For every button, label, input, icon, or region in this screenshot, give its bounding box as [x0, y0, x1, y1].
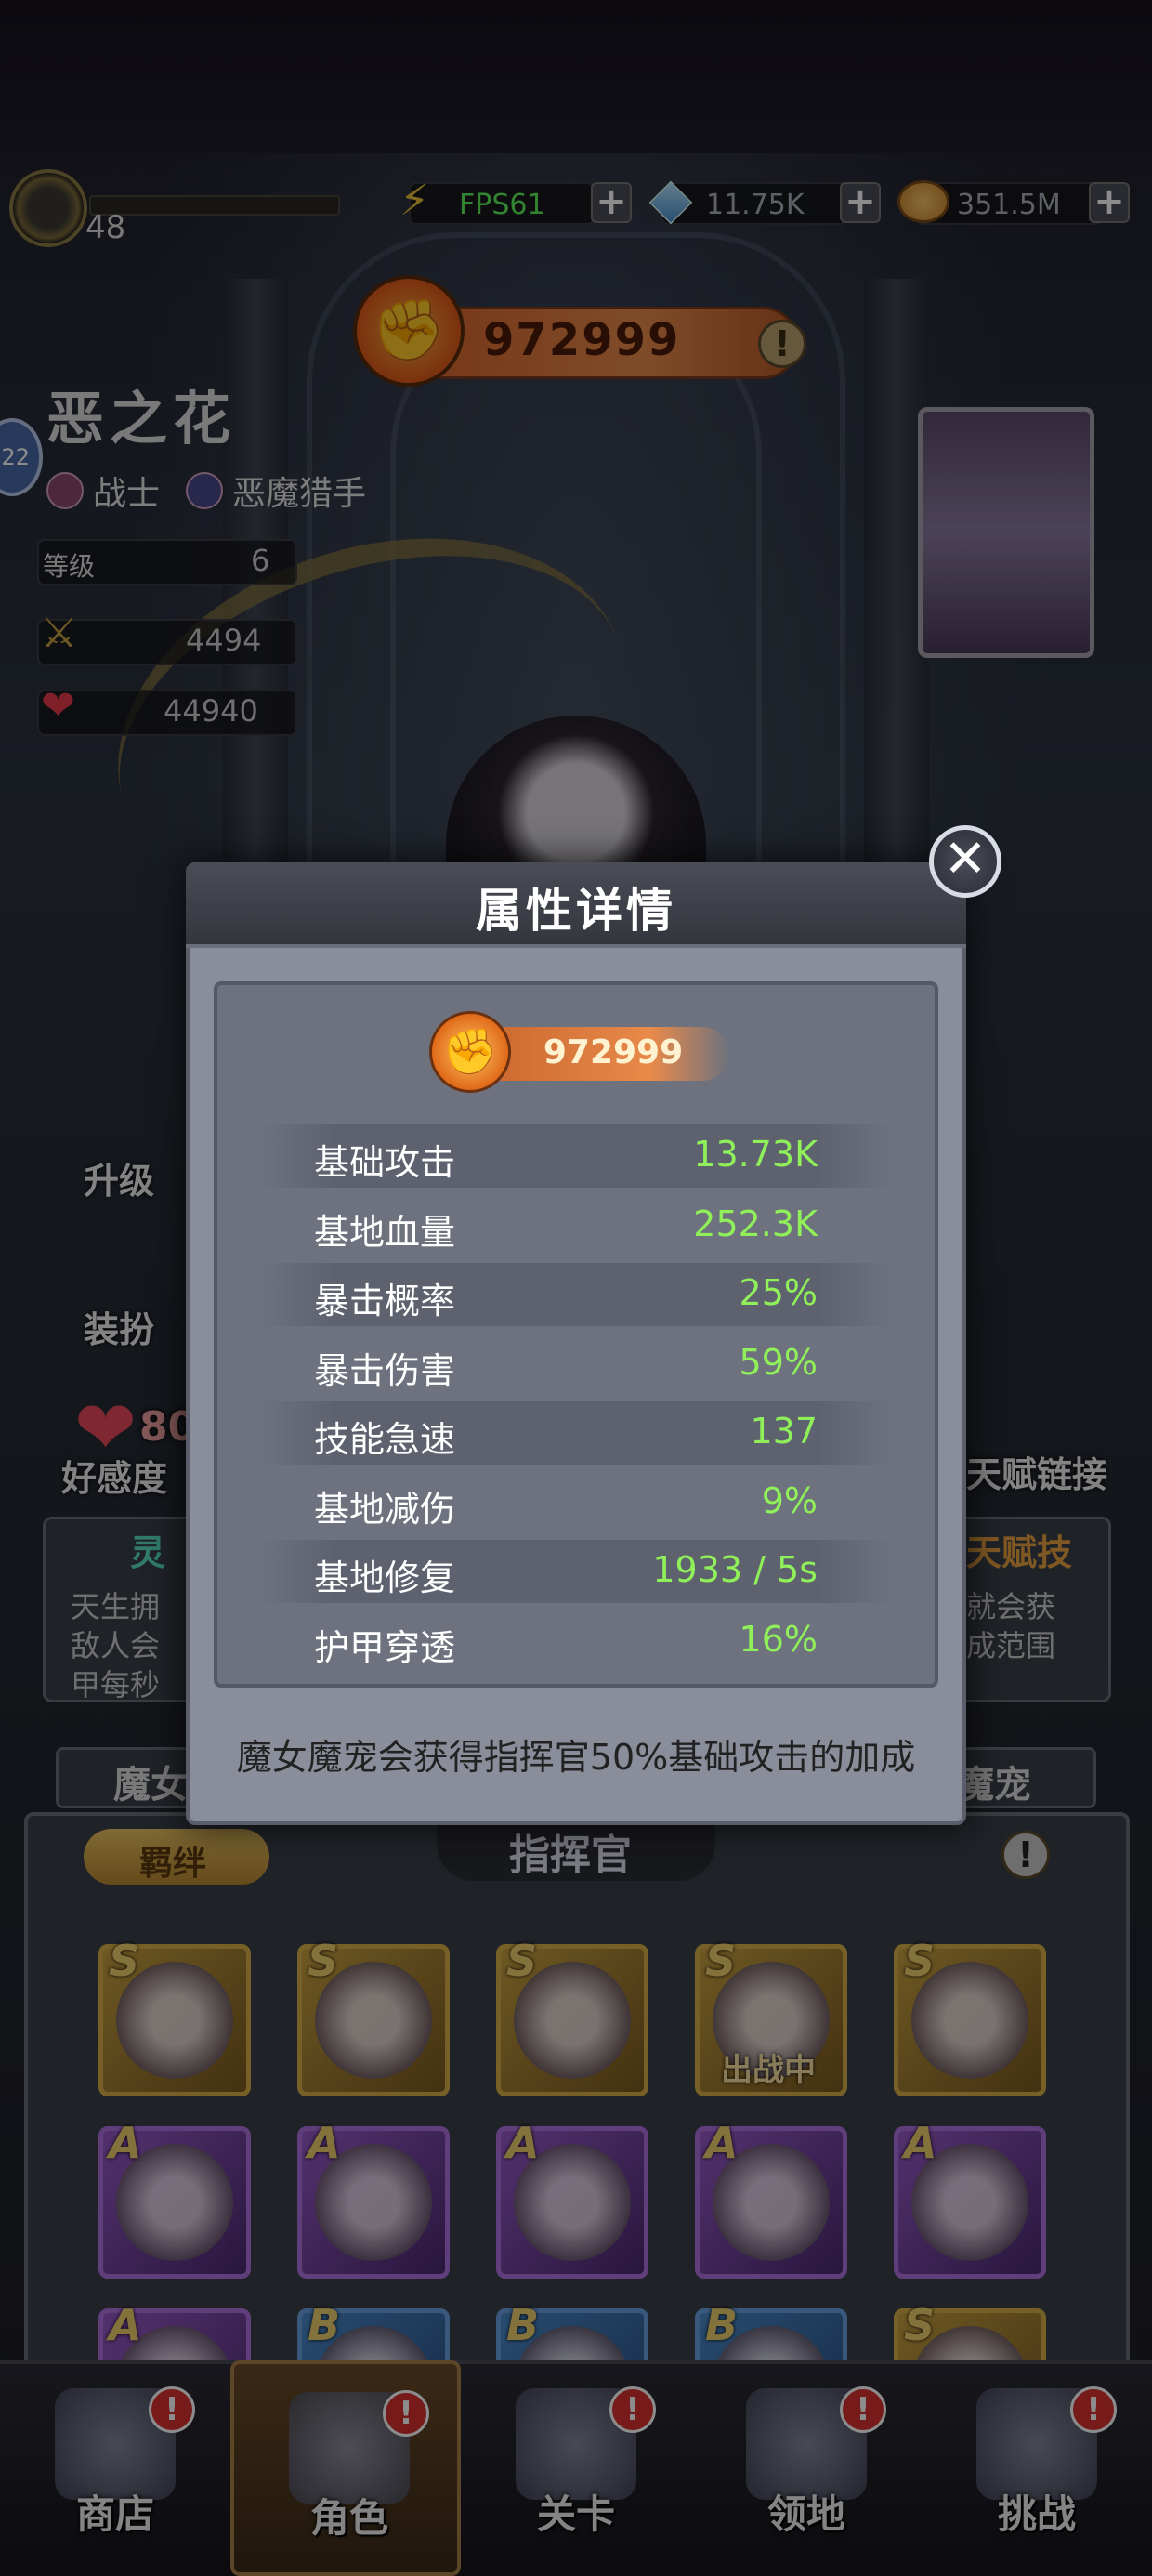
attribute-label: 护甲穿透 — [314, 1626, 456, 1668]
attribute-value: 1933 / 5s — [652, 1549, 818, 1590]
attribute-value: 9% — [761, 1479, 818, 1521]
attribute-label: 基地减伤 — [314, 1488, 456, 1530]
modal-footnote: 魔女魔宠会获得指挥官50%基础攻击的加成 — [236, 1737, 916, 1778]
attribute-row: 基地减伤 9% — [260, 1471, 892, 1534]
close-icon[interactable]: ✕ — [929, 825, 1001, 898]
attribute-row: 技能急速 137 — [260, 1401, 892, 1465]
attribute-row: 基地修复 1933 / 5s — [260, 1540, 892, 1603]
attribute-label: 基地修复 — [314, 1557, 456, 1598]
attribute-value: 137 — [750, 1411, 818, 1452]
attribute-label: 基地血量 — [314, 1211, 456, 1253]
attribute-row: 基地血量 252.3K — [260, 1194, 892, 1257]
modal-power-value: 972999 — [543, 1033, 684, 1071]
attribute-value: 25% — [739, 1272, 818, 1313]
attribute-value: 252.3K — [693, 1203, 818, 1244]
attribute-row: 暴击概率 25% — [260, 1263, 892, 1326]
attribute-row: 基础攻击 13.73K — [260, 1124, 892, 1188]
attribute-value: 16% — [739, 1618, 818, 1660]
attribute-row: 护甲穿透 16% — [260, 1610, 892, 1673]
attribute-label: 基础攻击 — [314, 1142, 456, 1183]
fist-power-icon-small: ✊ — [429, 1011, 511, 1093]
attribute-label: 技能急速 — [314, 1419, 456, 1460]
modal-title: 属性详情 — [476, 884, 676, 938]
attribute-label: 暴击伤害 — [314, 1349, 456, 1391]
attribute-value: 13.73K — [693, 1134, 818, 1175]
attribute-value: 59% — [739, 1341, 818, 1383]
attribute-row: 暴击伤害 59% — [260, 1333, 892, 1396]
attribute-label: 暴击概率 — [314, 1281, 456, 1321]
